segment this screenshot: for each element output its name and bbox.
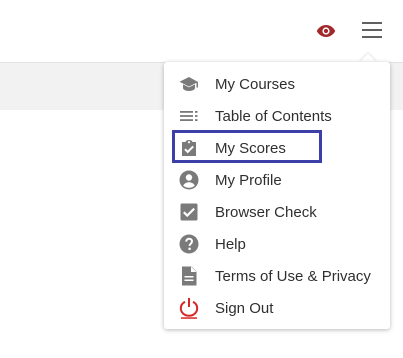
menu-item-my-courses[interactable]: My Courses: [164, 68, 390, 100]
hamburger-menu-icon[interactable]: [360, 18, 384, 42]
menu-item-table-of-contents[interactable]: Table of Contents: [164, 100, 390, 132]
user-dropdown-menu: My Courses Table of Contents My Scores M…: [164, 62, 390, 329]
menu-item-terms-of-use[interactable]: Terms of Use & Privacy: [164, 260, 390, 292]
menu-item-label: Help: [215, 235, 246, 253]
top-header-bar: [0, 0, 403, 63]
menu-item-label: Table of Contents: [215, 107, 332, 125]
account-circle-icon: [179, 170, 199, 190]
clipboard-check-icon: [179, 138, 199, 158]
eye-icon[interactable]: [314, 20, 338, 42]
document-icon: [179, 266, 199, 286]
menu-item-label: My Scores: [215, 139, 286, 157]
menu-item-browser-check[interactable]: Browser Check: [164, 196, 390, 228]
menu-item-my-profile[interactable]: My Profile: [164, 164, 390, 196]
menu-item-help[interactable]: Help: [164, 228, 390, 260]
menu-item-my-scores[interactable]: My Scores: [164, 132, 390, 164]
menu-item-label: Terms of Use & Privacy: [215, 267, 371, 285]
menu-item-label: My Profile: [215, 171, 282, 189]
menu-item-label: My Courses: [215, 75, 296, 93]
checkbox-icon: [179, 202, 199, 222]
power-icon: [179, 298, 199, 319]
graduation-cap-icon: [179, 74, 199, 94]
menu-item-label: Sign Out: [215, 299, 274, 317]
menu-item-label: Browser Check: [215, 203, 317, 221]
menu-item-sign-out[interactable]: Sign Out: [164, 292, 390, 324]
help-circle-icon: [179, 234, 199, 254]
list-icon: [179, 106, 199, 126]
